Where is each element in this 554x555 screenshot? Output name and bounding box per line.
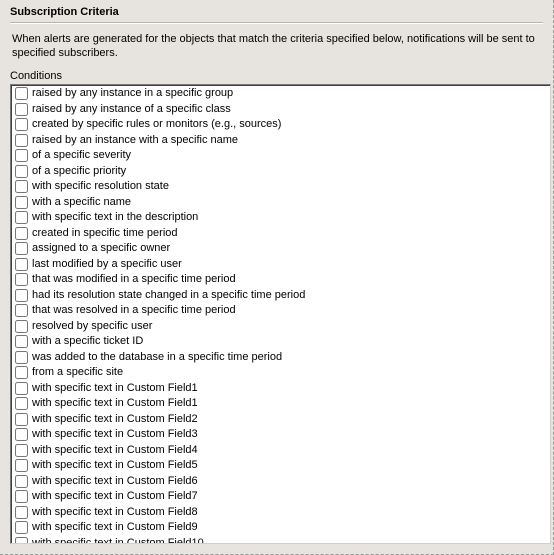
condition-checkbox[interactable] bbox=[15, 289, 28, 302]
condition-row[interactable]: with specific text in Custom Field2 bbox=[13, 412, 548, 428]
condition-label: last modified by a specific user bbox=[32, 257, 182, 273]
condition-checkbox[interactable] bbox=[15, 304, 28, 317]
conditions-listbox[interactable]: raised by any instance in a specific gro… bbox=[10, 84, 551, 544]
condition-checkbox[interactable] bbox=[15, 118, 28, 131]
condition-checkbox[interactable] bbox=[15, 428, 28, 441]
condition-label: with specific resolution state bbox=[32, 179, 169, 195]
condition-checkbox[interactable] bbox=[15, 382, 28, 395]
condition-checkbox[interactable] bbox=[15, 397, 28, 410]
condition-checkbox[interactable] bbox=[15, 134, 28, 147]
condition-label: of a specific priority bbox=[32, 164, 126, 180]
condition-label: with specific text in Custom Field1 bbox=[32, 381, 198, 397]
condition-checkbox[interactable] bbox=[15, 366, 28, 379]
condition-checkbox[interactable] bbox=[15, 413, 28, 426]
condition-checkbox[interactable] bbox=[15, 211, 28, 224]
condition-row[interactable]: of a specific priority bbox=[13, 164, 548, 180]
condition-checkbox[interactable] bbox=[15, 320, 28, 333]
condition-label: with specific text in Custom Field6 bbox=[32, 474, 198, 490]
condition-label: with specific text in Custom Field8 bbox=[32, 505, 198, 521]
condition-label: from a specific site bbox=[32, 365, 123, 381]
panel-description: When alerts are generated for the object… bbox=[10, 32, 543, 70]
condition-checkbox[interactable] bbox=[15, 490, 28, 503]
condition-row[interactable]: from a specific site bbox=[13, 365, 548, 381]
condition-row[interactable]: raised by any instance of a specific cla… bbox=[13, 102, 548, 118]
condition-checkbox[interactable] bbox=[15, 196, 28, 209]
condition-row[interactable]: had its resolution state changed in a sp… bbox=[13, 288, 548, 304]
condition-checkbox[interactable] bbox=[15, 537, 28, 544]
condition-checkbox[interactable] bbox=[15, 521, 28, 534]
condition-row[interactable]: created in specific time period bbox=[13, 226, 548, 242]
condition-row[interactable]: resolved by specific user bbox=[13, 319, 548, 335]
condition-label: with specific text in Custom Field3 bbox=[32, 427, 198, 443]
condition-checkbox[interactable] bbox=[15, 506, 28, 519]
condition-label: created by specific rules or monitors (e… bbox=[32, 117, 281, 133]
divider bbox=[10, 22, 543, 24]
header-area: Subscription Criteria When alerts are ge… bbox=[0, 0, 553, 70]
condition-row[interactable]: with specific text in Custom Field8 bbox=[13, 505, 548, 521]
condition-checkbox[interactable] bbox=[15, 444, 28, 457]
condition-checkbox[interactable] bbox=[15, 242, 28, 255]
condition-row[interactable]: with specific text in Custom Field4 bbox=[13, 443, 548, 459]
condition-label: with specific text in the description bbox=[32, 210, 198, 226]
condition-row[interactable]: with a specific ticket ID bbox=[13, 334, 548, 350]
condition-row[interactable]: last modified by a specific user bbox=[13, 257, 548, 273]
condition-label: that was resolved in a specific time per… bbox=[32, 303, 236, 319]
condition-label: with specific text in Custom Field9 bbox=[32, 520, 198, 536]
condition-checkbox[interactable] bbox=[15, 459, 28, 472]
condition-row[interactable]: with specific resolution state bbox=[13, 179, 548, 195]
condition-label: with specific text in Custom Field1 bbox=[32, 396, 198, 412]
condition-label: was added to the database in a specific … bbox=[32, 350, 282, 366]
condition-checkbox[interactable] bbox=[15, 103, 28, 116]
condition-row[interactable]: assigned to a specific owner bbox=[13, 241, 548, 257]
condition-row[interactable]: with specific text in Custom Field10 bbox=[13, 536, 548, 545]
condition-row[interactable]: created by specific rules or monitors (e… bbox=[13, 117, 548, 133]
condition-label: resolved by specific user bbox=[32, 319, 152, 335]
condition-checkbox[interactable] bbox=[15, 335, 28, 348]
condition-label: with specific text in Custom Field5 bbox=[32, 458, 198, 474]
condition-row[interactable]: with specific text in Custom Field7 bbox=[13, 489, 548, 505]
condition-label: had its resolution state changed in a sp… bbox=[32, 288, 305, 304]
conditions-label: Conditions bbox=[0, 70, 553, 84]
condition-label: with a specific name bbox=[32, 195, 131, 211]
condition-label: with specific text in Custom Field7 bbox=[32, 489, 198, 505]
condition-checkbox[interactable] bbox=[15, 273, 28, 286]
condition-row[interactable]: of a specific severity bbox=[13, 148, 548, 164]
condition-label: assigned to a specific owner bbox=[32, 241, 170, 257]
panel-title: Subscription Criteria bbox=[10, 6, 543, 20]
condition-label: raised by an instance with a specific na… bbox=[32, 133, 238, 149]
condition-label: that was modified in a specific time per… bbox=[32, 272, 236, 288]
condition-checkbox[interactable] bbox=[15, 165, 28, 178]
condition-row[interactable]: with specific text in Custom Field3 bbox=[13, 427, 548, 443]
condition-row[interactable]: raised by an instance with a specific na… bbox=[13, 133, 548, 149]
condition-checkbox[interactable] bbox=[15, 475, 28, 488]
condition-label: raised by any instance in a specific gro… bbox=[32, 86, 233, 102]
condition-checkbox[interactable] bbox=[15, 180, 28, 193]
condition-label: created in specific time period bbox=[32, 226, 178, 242]
condition-label: of a specific severity bbox=[32, 148, 131, 164]
condition-checkbox[interactable] bbox=[15, 351, 28, 364]
subscription-criteria-panel: Subscription Criteria When alerts are ge… bbox=[0, 0, 554, 555]
condition-label: with specific text in Custom Field2 bbox=[32, 412, 198, 428]
condition-row[interactable]: with specific text in Custom Field9 bbox=[13, 520, 548, 536]
condition-checkbox[interactable] bbox=[15, 227, 28, 240]
condition-label: raised by any instance of a specific cla… bbox=[32, 102, 231, 118]
condition-row[interactable]: was added to the database in a specific … bbox=[13, 350, 548, 366]
condition-checkbox[interactable] bbox=[15, 87, 28, 100]
condition-label: with specific text in Custom Field4 bbox=[32, 443, 198, 459]
condition-row[interactable]: with specific text in the description bbox=[13, 210, 548, 226]
conditions-container: raised by any instance in a specific gro… bbox=[11, 85, 550, 544]
condition-row[interactable]: with specific text in Custom Field5 bbox=[13, 458, 548, 474]
condition-row[interactable]: that was modified in a specific time per… bbox=[13, 272, 548, 288]
condition-label: with specific text in Custom Field10 bbox=[32, 536, 204, 545]
condition-checkbox[interactable] bbox=[15, 149, 28, 162]
condition-row[interactable]: raised by any instance in a specific gro… bbox=[13, 86, 548, 102]
condition-row[interactable]: with a specific name bbox=[13, 195, 548, 211]
condition-row[interactable]: with specific text in Custom Field1 bbox=[13, 381, 548, 397]
condition-row[interactable]: that was resolved in a specific time per… bbox=[13, 303, 548, 319]
condition-checkbox[interactable] bbox=[15, 258, 28, 271]
condition-row[interactable]: with specific text in Custom Field6 bbox=[13, 474, 548, 490]
condition-label: with a specific ticket ID bbox=[32, 334, 143, 350]
condition-row[interactable]: with specific text in Custom Field1 bbox=[13, 396, 548, 412]
